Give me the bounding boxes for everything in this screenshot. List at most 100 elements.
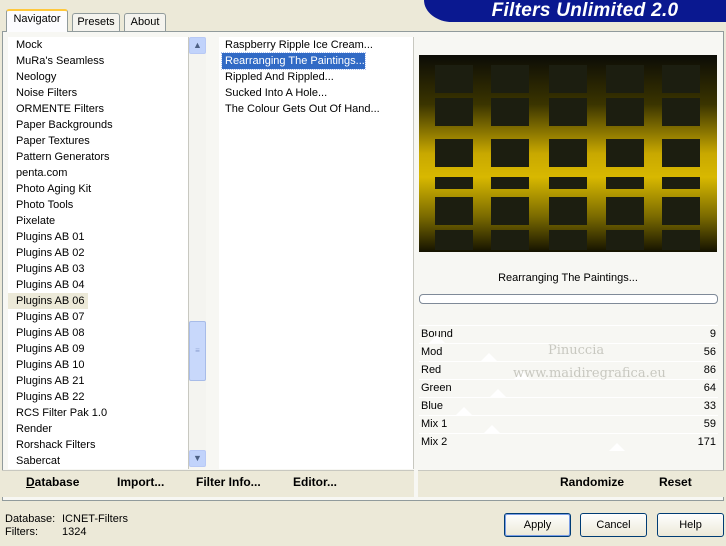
category-item[interactable]: Paper Textures [8,133,188,149]
preview-filter-name: Rearranging The Paintings... [498,272,638,284]
database-status-label: Database: [5,513,56,525]
slider-thumb[interactable] [484,425,500,433]
slider-value: 56 [703,346,716,358]
filter-info-button[interactable]: Filter Info... [196,475,261,489]
preview-graphic [419,55,717,252]
editor-button[interactable]: Editor... [293,475,337,489]
preview-cell [435,177,473,189]
preview-cell [549,197,587,225]
slider-value: 33 [703,400,716,412]
preview-cell [606,197,644,225]
category-item[interactable]: Plugins AB 07 [8,309,188,325]
category-item[interactable]: Mock [8,37,188,53]
slider-value: 9 [709,328,716,340]
preview-cell [662,98,700,126]
category-item[interactable]: Noise Filters [8,85,188,101]
preview-cell [435,197,473,225]
scroll-down-button[interactable]: ▼ [189,450,206,467]
category-scrollbar[interactable]: ▲ ≡ ▼ [189,37,206,467]
tab-about[interactable]: About [124,13,166,31]
category-item[interactable]: ORMENTE Filters [8,101,188,117]
preview-cell [606,98,644,126]
filters-count-label: Filters: [5,526,38,538]
category-item[interactable]: Rorshack Filters [8,437,188,453]
preview-cell [491,177,529,189]
help-button[interactable]: Help [657,513,724,537]
reset-button[interactable]: Reset [659,475,692,489]
preview-cell [549,139,587,167]
preview-cell [491,98,529,126]
preview-cell [662,177,700,189]
filter-list[interactable]: Raspberry Ripple Ice Cream... Rearranging… [219,37,414,469]
cancel-button[interactable]: Cancel [580,513,647,537]
slider-value: 59 [703,418,716,430]
category-item[interactable]: Plugins AB 08 [8,325,188,341]
category-item[interactable]: Render [8,421,188,437]
filter-item[interactable]: The Colour Gets Out Of Hand... [222,101,380,117]
slider-mix-2[interactable]: Mix 2 171 [419,433,718,451]
preview-cell [606,65,644,93]
category-item[interactable]: Plugins AB 06 [8,293,88,309]
slider-thumb[interactable] [490,389,506,397]
scroll-up-button[interactable]: ▲ [189,37,206,54]
slider-label: Mod [421,346,443,358]
slider-thumb[interactable] [456,407,472,415]
filter-item[interactable]: Raspberry Ripple Ice Cream... [222,37,373,53]
category-item[interactable]: Sabercat [8,453,188,469]
filter-item[interactable]: Sucked Into A Hole... [222,85,327,101]
category-item[interactable]: Plugins AB 03 [8,261,188,277]
slider-label: Mix 2 [421,436,448,448]
slider-green[interactable]: Green 64 [419,379,718,397]
category-item[interactable]: Plugins AB 02 [8,245,188,261]
apply-button[interactable]: Apply [504,513,571,537]
category-item[interactable]: Plugins AB 01 [8,229,188,245]
category-item[interactable]: MuRa's Seamless [8,53,188,69]
watermark-name: Pinuccia [548,343,605,358]
import-button[interactable]: Import... [117,475,164,489]
preview-cell [549,65,587,93]
category-item[interactable]: penta.com [8,165,188,181]
category-item[interactable]: Plugins AB 10 [8,357,188,373]
preview-cell [662,65,700,93]
filter-item[interactable]: Rearranging The Paintings... [221,52,366,70]
slider-bound[interactable]: Bound 9 [419,325,718,343]
category-list[interactable]: Mock MuRa's Seamless Neology Noise Filters O… [8,37,189,469]
category-item[interactable]: Pattern Generators [8,149,188,165]
database-label: atabase [34,475,80,489]
slider-thumb[interactable] [481,353,497,361]
category-item[interactable]: Plugins AB 09 [8,341,188,357]
category-item[interactable]: Photo Aging Kit [8,181,188,197]
watermark-url: www.maidiregrafica.eu [513,366,666,381]
category-item[interactable]: Plugins AB 21 [8,373,188,389]
slider-blue[interactable]: Blue 33 [419,397,718,415]
preview-image [419,55,717,252]
filter-item[interactable]: Rippled And Rippled... [222,69,334,85]
preview-cell [491,197,529,225]
category-item[interactable]: Paper Backgrounds [8,117,188,133]
filters-count-value: 1324 [62,526,87,538]
randomize-button[interactable]: Randomize [560,475,624,489]
scroll-thumb[interactable]: ≡ [189,321,206,381]
tab-presets[interactable]: Presets [72,13,120,31]
slider-mix-1[interactable]: Mix 1 59 [419,415,718,433]
preview-cell [549,177,587,189]
category-item[interactable]: RCS Filter Pak 1.0 [8,405,188,421]
database-button[interactable]: Database [26,475,79,489]
preview-cell [491,139,529,167]
preview-cell [606,139,644,167]
preview-cell [662,197,700,225]
category-item[interactable]: Photo Tools [8,197,188,213]
category-item[interactable]: Neology [8,69,188,85]
category-item[interactable]: Plugins AB 22 [8,389,188,405]
tab-navigator[interactable]: Navigator [6,9,68,32]
preview-cell [662,230,700,250]
app-banner: Filters Unlimited 2.0 [424,0,726,22]
database-mnemonic: D [26,475,35,489]
slider-thumb[interactable] [609,443,625,451]
preview-cell [435,139,473,167]
slider-thumb[interactable] [429,335,445,343]
preview-cell [662,139,700,167]
category-item[interactable]: Pixelate [8,213,188,229]
slider-label: Green [421,382,452,394]
category-item[interactable]: Plugins AB 04 [8,277,188,293]
